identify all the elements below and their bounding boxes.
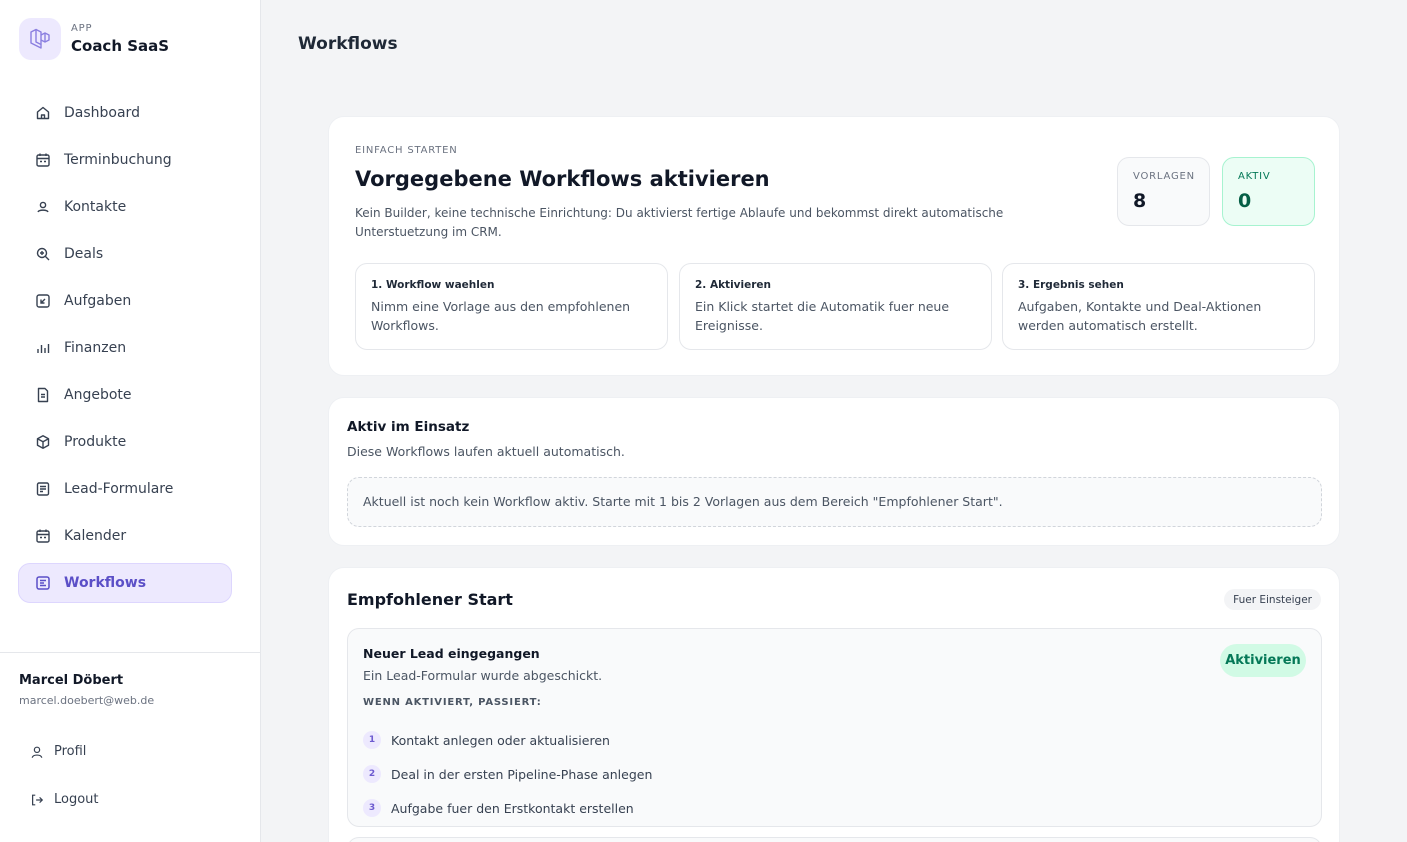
calendar-icon [36, 153, 50, 167]
hero-description: Kein Builder, keine technische Einrichtu… [355, 206, 1004, 239]
page-title: Workflows [298, 34, 398, 54]
brand-logo [19, 18, 61, 60]
workflow-icon [36, 576, 50, 590]
activate-button[interactable]: Aktivieren [1220, 644, 1306, 677]
sidebar-item-workflows[interactable]: Workflows [18, 563, 232, 603]
sidebar-item-kalender[interactable]: Kalender [18, 516, 232, 556]
sidebar-item-label: Kalender [64, 528, 127, 544]
user-icon [37, 201, 49, 213]
sidebar-nav: Dashboard Terminbuchung Kontakte Deals A… [18, 93, 232, 610]
box-icon [36, 435, 50, 449]
section-title: Aktiv im Einsatz [347, 419, 470, 435]
sidebar-item-label: Angebote [64, 387, 132, 403]
sidebar-divider [0, 652, 261, 653]
sidebar-item-label: Lead-Formulare [64, 481, 174, 497]
logout-label: Logout [54, 792, 99, 807]
sidebar-item-deals[interactable]: Deals [18, 234, 232, 274]
brand[interactable]: APP Coach SaaS [19, 18, 169, 60]
profile-link[interactable]: Profil [30, 744, 86, 759]
stat-label: AKTIV [1238, 171, 1271, 182]
sidebar-item-angebote[interactable]: Angebote [18, 375, 232, 415]
step-title: 1. Workflow waehlen [371, 279, 495, 291]
step-card: 3. Ergebnis sehen Aufgaben, Kontakte und… [1002, 263, 1315, 350]
stat-templates: VORLAGEN 8 [1117, 157, 1210, 226]
sidebar-item-dashboard[interactable]: Dashboard [18, 93, 232, 133]
document-icon [37, 387, 49, 403]
list-item: 2 Deal in der ersten Pipeline-Phase anle… [363, 757, 652, 791]
brand-kicker: APP [71, 23, 93, 34]
user-email: marcel.doebert@web.de [19, 694, 155, 707]
zoom-icon [36, 247, 50, 261]
step-text: Aufgabe fuer den Erstkontakt erstellen [391, 800, 634, 816]
workflow-template: Neuer Lead eingegangen Ein Lead-Formular… [347, 628, 1322, 827]
stat-value: 0 [1238, 190, 1252, 212]
sidebar-item-label: Aufgaben [64, 293, 132, 309]
step-number: 1 [363, 731, 381, 749]
section-title: Empfohlener Start [347, 590, 513, 609]
beginner-badge: Fuer Einsteiger [1224, 589, 1321, 610]
sidebar-item-terminbuchung[interactable]: Terminbuchung [18, 140, 232, 180]
workflow-caption: WENN AKTIVIERT, PASSIERT: [363, 697, 542, 708]
sidebar-item-label: Dashboard [64, 105, 140, 121]
sidebar-item-kontakte[interactable]: Kontakte [18, 187, 232, 227]
logout-icon [32, 794, 44, 805]
hero-card: EINFACH STARTEN Vorgegebene Workflows ak… [328, 116, 1340, 376]
sidebar-item-aufgaben[interactable]: Aufgaben [18, 281, 232, 321]
list-item: 3 Aufgabe fuer den Erstkontakt erstellen [363, 791, 652, 825]
sidebar-item-label: Deals [64, 246, 104, 262]
sidebar-item-label: Finanzen [64, 340, 127, 356]
step-card: 2. Aktivieren Ein Klick startet die Auto… [679, 263, 992, 350]
workflow-title: Neuer Lead eingegangen [363, 646, 540, 661]
step-number: 3 [363, 799, 381, 817]
step-number: 2 [363, 765, 381, 783]
stat-active: AKTIV 0 [1222, 157, 1315, 226]
sidebar-item-label: Workflows [64, 575, 147, 591]
brand-name: Coach SaaS [71, 37, 170, 55]
form-icon [36, 482, 50, 496]
user-icon [31, 746, 43, 758]
workflow-steps: 1 Kontakt anlegen oder aktualisieren 2 D… [363, 723, 652, 825]
stat-value: 8 [1133, 190, 1147, 212]
step-text: Deal in der ersten Pipeline-Phase anlege… [391, 766, 653, 782]
step-desc: Aufgaben, Kontakte und Deal-Aktionen wer… [1018, 299, 1262, 333]
step-desc: Ein Klick startet die Automatik fuer neu… [695, 299, 950, 333]
section-subtitle: Diese Workflows laufen aktuell automatis… [347, 444, 625, 459]
user-name: Marcel Döbert [19, 673, 124, 688]
calendar-icon [36, 529, 50, 543]
bar-chart-icon [37, 344, 50, 353]
step-title: 2. Aktivieren [695, 279, 772, 291]
empty-state-notice: Aktuell ist noch kein Workflow aktiv. St… [347, 477, 1322, 527]
step-card: 1. Workflow waehlen Nimm eine Vorlage au… [355, 263, 668, 350]
workflow-description: Ein Lead-Formular wurde abgeschickt. [363, 668, 603, 683]
sidebar-item-label: Produkte [64, 434, 127, 450]
step-title: 3. Ergebnis sehen [1018, 279, 1124, 291]
step-text: Kontakt anlegen oder aktualisieren [391, 732, 610, 748]
logout-button[interactable]: Logout [30, 792, 99, 807]
logo-icon [30, 28, 50, 49]
sidebar-item-label: Terminbuchung [64, 152, 172, 168]
profile-label: Profil [54, 744, 87, 759]
recommended-card: Empfohlener Start Fuer Einsteiger Neuer … [328, 567, 1340, 842]
sidebar-item-label: Kontakte [64, 199, 127, 215]
hero-title: Vorgegebene Workflows aktivieren [355, 167, 770, 191]
sidebar-item-finanzen[interactable]: Finanzen [18, 328, 232, 368]
sidebar-item-produkte[interactable]: Produkte [18, 422, 232, 462]
task-icon [36, 294, 50, 308]
list-item: 1 Kontakt anlegen oder aktualisieren [363, 723, 652, 757]
stat-label: VORLAGEN [1133, 171, 1195, 182]
hero-kicker: EINFACH STARTEN [355, 145, 458, 156]
step-desc: Nimm eine Vorlage aus den empfohlenen Wo… [371, 299, 631, 333]
sidebar-item-lead-formulare[interactable]: Lead-Formulare [18, 469, 232, 509]
active-workflows-card: Aktiv im Einsatz Diese Workflows laufen … [328, 397, 1340, 546]
home-icon [36, 106, 50, 120]
sidebar: APP Coach SaaS Dashboard Terminbuchung K… [0, 0, 261, 842]
workflow-template [347, 837, 1322, 842]
